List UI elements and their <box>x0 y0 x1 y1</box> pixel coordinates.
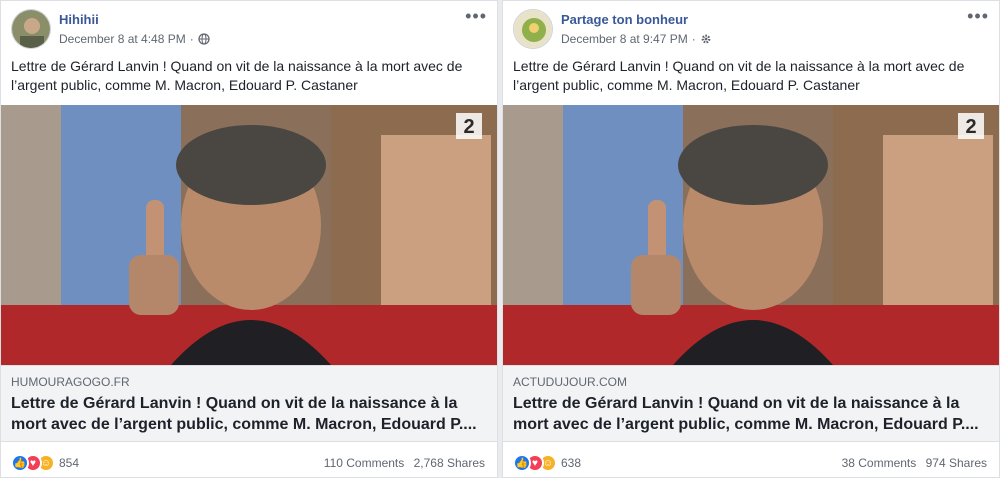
post-header: Hihihii December 8 at 4:48 PM · ••• <box>11 7 487 49</box>
post-card: Partage ton bonheur December 8 at 9:47 P… <box>502 0 1000 478</box>
post-image[interactable]: 2 <box>503 105 999 365</box>
author-name[interactable]: Partage ton bonheur <box>561 12 688 27</box>
more-options-icon[interactable]: ••• <box>967 7 989 25</box>
link-domain: ACTUDUJOUR.COM <box>513 375 627 389</box>
like-icon: 👍 <box>11 454 29 472</box>
post-date[interactable]: December 8 at 4:48 PM <box>59 32 186 46</box>
post-text: Lettre de Gérard Lanvin ! Quand on vit d… <box>513 58 965 93</box>
post-footer: 👍 ♥ ☺ 854 110 Comments 2,768 Shares <box>11 454 485 474</box>
link-title[interactable]: Lettre de Gérard Lanvin ! Quand on vit d… <box>513 393 989 435</box>
reactions-summary[interactable]: 👍 ♥ ☺ 854 <box>11 454 79 472</box>
post-meta: December 8 at 9:47 PM · <box>561 32 712 46</box>
post-card: Hihihii December 8 at 4:48 PM · ••• Lett… <box>0 0 498 478</box>
comments-count[interactable]: 110 Comments <box>324 456 404 470</box>
avatar[interactable] <box>513 9 553 49</box>
comments-count[interactable]: 38 Comments <box>842 456 917 470</box>
post-header: Partage ton bonheur December 8 at 9:47 P… <box>513 7 989 49</box>
channel-badge: 2 <box>463 116 474 138</box>
author-name[interactable]: Hihihii <box>59 12 99 27</box>
link-title[interactable]: Lettre de Gérard Lanvin ! Quand on vit d… <box>11 393 487 435</box>
avatar[interactable] <box>11 9 51 49</box>
separator-dot: · <box>189 32 194 46</box>
shares-count[interactable]: 2,768 Shares <box>414 456 485 470</box>
reactions-summary[interactable]: 👍 ♥ ☺ 638 <box>513 454 581 472</box>
post-text: Lettre de Gérard Lanvin ! Quand on vit d… <box>11 58 463 93</box>
engagement-counts: 110 Comments 2,768 Shares <box>318 456 485 470</box>
globe-icon <box>198 33 210 45</box>
reaction-count: 854 <box>59 456 80 470</box>
separator-dot: · <box>691 32 696 46</box>
link-domain: HUMOURAGOGO.FR <box>11 375 130 389</box>
reaction-count: 638 <box>561 456 582 470</box>
link-preview[interactable]: ACTUDUJOUR.COM Lettre de Gérard Lanvin !… <box>503 365 999 442</box>
like-icon: 👍 <box>513 454 531 472</box>
post-footer: 👍 ♥ ☺ 638 38 Comments 974 Shares <box>513 454 987 474</box>
channel-badge: 2 <box>965 116 976 138</box>
engagement-counts: 38 Comments 974 Shares <box>836 456 987 470</box>
post-meta: December 8 at 4:48 PM · <box>59 32 210 46</box>
more-options-icon[interactable]: ••• <box>465 7 487 25</box>
link-preview[interactable]: HUMOURAGOGO.FR Lettre de Gérard Lanvin !… <box>1 365 497 442</box>
gear-icon <box>700 33 712 45</box>
post-image[interactable]: 2 <box>1 105 497 365</box>
shares-count[interactable]: 974 Shares <box>926 456 987 470</box>
post-date[interactable]: December 8 at 9:47 PM <box>561 32 688 46</box>
